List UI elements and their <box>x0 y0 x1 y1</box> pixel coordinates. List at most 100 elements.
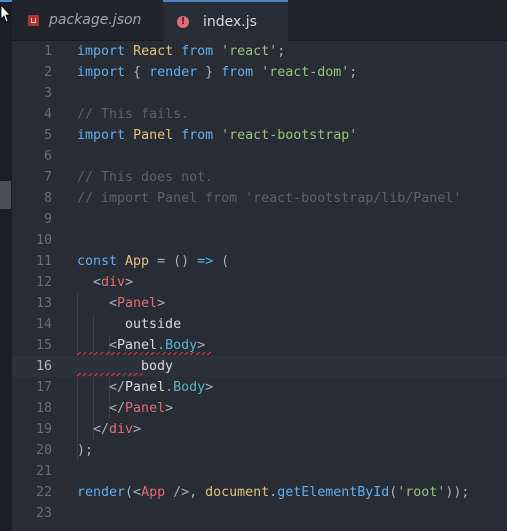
code-token: import <box>77 65 126 80</box>
code-token: 'react-bootstrap' <box>221 128 358 143</box>
code-line[interactable]: 17 </Panel.Body> <box>12 377 507 398</box>
code-token: = () <box>149 254 198 269</box>
error-squiggle <box>77 373 145 376</box>
code-line[interactable]: 9 <box>12 209 507 230</box>
code-text: import Panel from 'react-bootstrap' <box>77 125 357 146</box>
code-line[interactable]: 22 render(<App />, document.getElementByI… <box>12 482 507 503</box>
code-token: ); <box>77 443 94 458</box>
code-text: render(<App />, document.getElementById(… <box>77 482 469 503</box>
code-text: const App = () => ( <box>77 251 229 272</box>
code-token: getElementById <box>277 485 390 500</box>
code-line[interactable]: 13 <Panel> <box>12 293 507 314</box>
line-number: 4 <box>43 107 52 122</box>
code-line[interactable]: 20); <box>12 440 507 461</box>
line-number: 3 <box>43 86 52 101</box>
line-number: 21 <box>35 464 52 479</box>
code-token: ; <box>277 44 286 59</box>
code-editor[interactable]: 1 import React from 'react'; 2 import { ren… <box>12 41 507 531</box>
code-text: </Panel> <box>77 398 173 419</box>
code-token: < <box>77 338 118 353</box>
line-number: 12 <box>35 275 52 290</box>
code-token: render <box>77 485 126 500</box>
code-line[interactable]: 4 // This fails. <box>12 104 507 125</box>
code-text: // This does not. <box>77 167 213 188</box>
code-text: outside <box>77 314 181 335</box>
code-token: React <box>133 44 174 59</box>
code-line[interactable]: 8 // import Panel from 'react-bootstrap/l… <box>12 188 507 209</box>
line-number: 15 <box>35 338 52 353</box>
tab-index-js[interactable]: ! index.js <box>163 0 288 41</box>
code-line[interactable]: 23 <box>12 503 507 524</box>
code-line[interactable]: 3 <box>12 83 507 104</box>
code-line[interactable]: 7 // This does not. <box>12 167 507 188</box>
line-number: 2 <box>43 65 52 80</box>
code-line[interactable]: 18 </Panel> <box>12 398 507 419</box>
code-line[interactable]: 1 import React from 'react'; <box>12 41 507 62</box>
code-token: App <box>125 254 150 269</box>
tab-package-json[interactable]: package.json <box>12 0 161 40</box>
code-token: </ <box>77 422 110 437</box>
code-token: < <box>77 275 102 290</box>
line-number: 7 <box>43 170 52 185</box>
code-token: import <box>77 44 126 59</box>
line-number: 6 <box>43 149 52 164</box>
code-token: => <box>197 254 214 269</box>
code-token: 'react-dom' <box>261 65 350 80</box>
line-number: 19 <box>35 422 52 437</box>
code-line[interactable]: 2 import { render } from 'react-dom'; <box>12 62 507 83</box>
code-token: from <box>181 128 214 143</box>
code-line[interactable]: 21 <box>12 461 507 482</box>
code-text: </Panel.Body> <box>77 377 213 398</box>
code-text: import { render } from 'react-dom'; <box>77 62 357 83</box>
code-line[interactable]: 11 const App = () => ( <box>12 251 507 272</box>
error-squiggle <box>77 352 212 355</box>
code-text: import React from 'react'; <box>77 41 285 62</box>
tab-bar: package.json ! index.js <box>12 0 507 41</box>
code-token: body <box>77 359 174 374</box>
code-token: Panel <box>117 296 158 311</box>
code-token: App <box>141 485 166 500</box>
code-token: > <box>205 380 214 395</box>
line-number: 5 <box>43 128 52 143</box>
line-number: 14 <box>35 317 52 332</box>
code-token: // This fails. <box>77 107 190 122</box>
code-token: } <box>197 65 222 80</box>
line-number: 18 <box>35 401 52 416</box>
scrollbar-thumb[interactable] <box>0 181 11 209</box>
code-token: from <box>221 65 254 80</box>
code-token: .Body <box>157 338 198 353</box>
code-token: Panel <box>125 401 166 416</box>
code-token: .Body <box>165 380 206 395</box>
code-line[interactable]: 19 </div> <box>12 419 507 440</box>
code-text: ); <box>77 440 93 461</box>
line-number: 23 <box>35 506 52 521</box>
code-token: { <box>125 65 150 80</box>
code-line[interactable]: 10 <box>12 230 507 251</box>
code-text: <Panel> <box>77 293 165 314</box>
left-gutter-strip <box>0 0 12 531</box>
code-token: // This does not. <box>77 170 214 185</box>
line-number: 8 <box>43 191 52 206</box>
code-token: />, <box>165 485 206 500</box>
code-token: outside <box>77 317 182 332</box>
code-token: render <box>149 65 198 80</box>
code-token: Panel <box>125 380 166 395</box>
code-token: )); <box>445 485 470 500</box>
code-token: ( <box>213 254 230 269</box>
code-token: > <box>197 338 206 353</box>
code-token: // import Panel from 'react-bootstrap/li… <box>77 191 462 206</box>
code-line[interactable]: 6 <box>12 146 507 167</box>
error-icon: ! <box>177 15 189 28</box>
code-line[interactable]: 5 import Panel from 'react-bootstrap' <box>12 125 507 146</box>
code-token: > <box>125 275 134 290</box>
code-line[interactable]: 14 outside <box>12 314 507 335</box>
code-token: > <box>165 401 174 416</box>
code-text: <div> <box>77 272 133 293</box>
line-number: 1 <box>43 44 52 59</box>
code-token: const <box>77 254 118 269</box>
code-line[interactable]: 12 <div> <box>12 272 507 293</box>
